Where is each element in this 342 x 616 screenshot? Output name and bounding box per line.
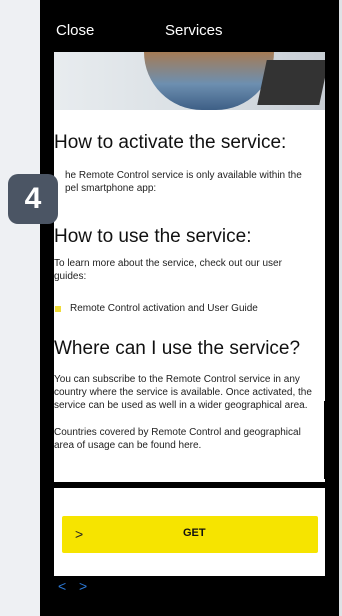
service-content: How to activate the service: he Remote C…: [54, 110, 325, 482]
chevron-right-icon: >: [75, 526, 84, 542]
hero-laptop-shape: [257, 60, 325, 105]
bullet-marker: [55, 306, 61, 312]
hero-person-shape: [144, 52, 274, 110]
close-button[interactable]: Close: [56, 22, 94, 39]
where-text-countries: Countries covered by Remote Control and …: [54, 427, 301, 451]
phone-screen: Close Services How to activate the servi…: [40, 0, 339, 616]
left-background-strip: [0, 0, 41, 616]
use-text: To learn more about the service, check o…: [54, 258, 282, 282]
page-title: Services: [165, 22, 223, 39]
back-icon[interactable]: <: [58, 578, 66, 594]
get-button-label: GET: [183, 527, 206, 539]
top-bar: Close Services: [40, 0, 339, 52]
where-heading: Where can I use the service?: [54, 338, 301, 359]
activate-text: he Remote Control service is only availa…: [65, 170, 302, 194]
use-heading: How to use the service:: [54, 226, 252, 247]
hero-image: [54, 52, 325, 110]
forward-icon[interactable]: >: [79, 578, 87, 594]
where-text: You can subscribe to the Remote Control …: [54, 374, 312, 411]
scrollbar[interactable]: [324, 401, 325, 479]
page-navigation: < >: [54, 578, 325, 616]
guide-link[interactable]: Remote Control activation and User Guide: [70, 302, 325, 315]
step-number-badge: 4: [8, 174, 58, 224]
cta-area: > GET: [54, 488, 325, 576]
activate-heading: How to activate the service:: [54, 132, 287, 153]
get-button[interactable]: > GET: [62, 516, 318, 553]
